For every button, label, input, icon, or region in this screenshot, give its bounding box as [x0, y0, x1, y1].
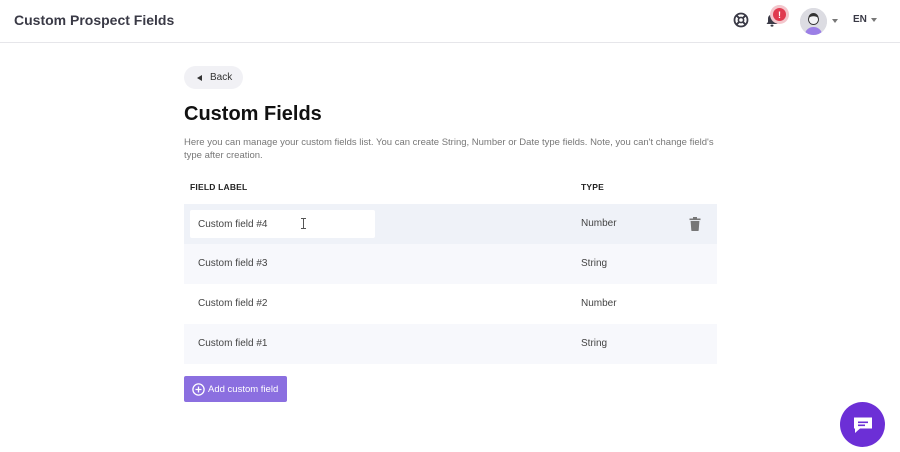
field-type: String: [581, 338, 608, 349]
top-bar: Custom Prospect Fields ! EN: [0, 0, 900, 43]
plus-circle-icon: [192, 382, 205, 396]
chevron-down-icon[interactable]: [832, 19, 838, 23]
language-selector[interactable]: EN: [853, 14, 867, 25]
column-header-type: TYPE: [581, 182, 605, 192]
table-row[interactable]: Custom field #2 Number: [184, 284, 717, 324]
trash-icon[interactable]: [689, 217, 701, 231]
chat-button[interactable]: [840, 402, 885, 447]
field-label: Custom field #3: [198, 258, 268, 269]
notification-badge: !: [773, 8, 786, 21]
field-label-input[interactable]: Custom field #4: [190, 210, 375, 238]
field-label: Custom field #1: [198, 338, 268, 349]
user-avatar[interactable]: [800, 8, 827, 35]
back-label: Back: [210, 72, 233, 83]
back-arrow-icon: [197, 74, 202, 81]
field-label: Custom field #4: [198, 219, 268, 230]
add-custom-field-button[interactable]: Add custom field: [184, 376, 287, 402]
add-custom-field-label: Add custom field: [208, 383, 279, 395]
field-type: Number: [581, 218, 617, 229]
back-button[interactable]: Back: [184, 66, 243, 89]
field-label: Custom field #2: [198, 298, 268, 309]
chat-bubble-icon: [853, 417, 872, 433]
chevron-down-icon[interactable]: [871, 18, 877, 22]
field-type: Number: [581, 298, 617, 309]
table-row[interactable]: Custom field #1 String: [184, 324, 717, 364]
page-description: Here you can manage your custom fields l…: [184, 137, 714, 161]
table-row[interactable]: Custom field #4 Number: [184, 204, 717, 244]
app-title: Custom Prospect Fields: [14, 12, 175, 28]
lifebuoy-icon[interactable]: [731, 10, 751, 30]
field-type: String: [581, 258, 608, 269]
notifications-button[interactable]: !: [762, 8, 786, 30]
text-cursor-icon: [301, 218, 306, 229]
page-title: Custom Fields: [184, 103, 322, 125]
table-row[interactable]: Custom field #3 String: [184, 244, 717, 284]
custom-fields-table: Custom field #4 Number Custom field #3 S…: [184, 204, 717, 364]
column-header-field-label: FIELD LABEL: [190, 182, 248, 192]
